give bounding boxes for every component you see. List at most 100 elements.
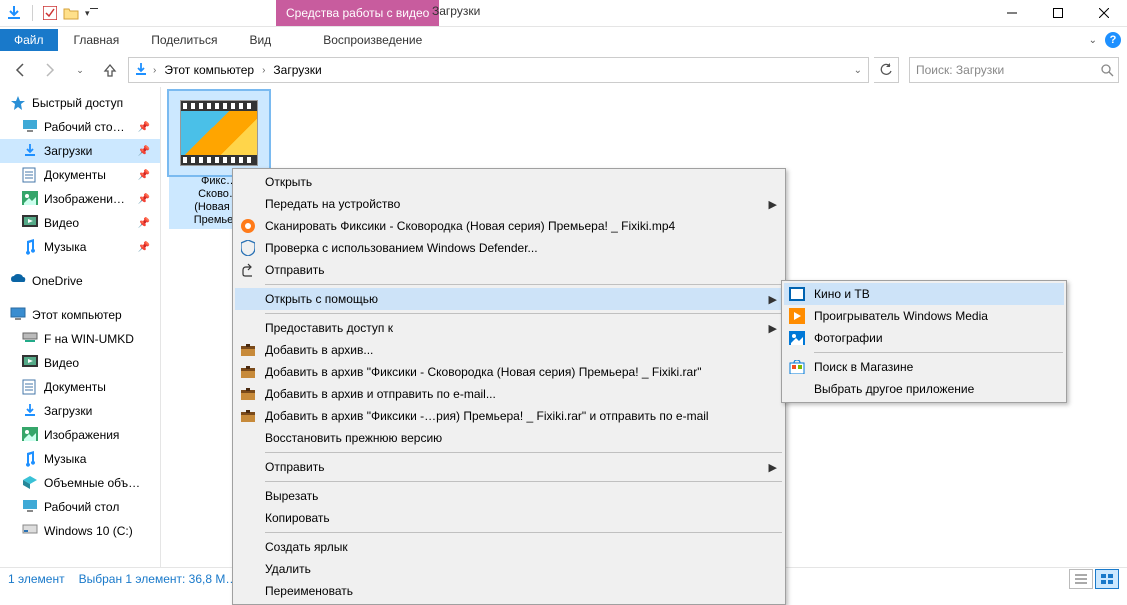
desktop-icon <box>22 499 38 515</box>
refresh-button[interactable] <box>874 57 899 83</box>
nav-item-music[interactable]: Музыка📌 <box>0 235 160 259</box>
nav-item-label: Документы <box>44 380 106 394</box>
view-switcher <box>1069 569 1119 589</box>
ctx-send-to[interactable]: Отправить▶ <box>235 456 783 478</box>
nav-item-3d[interactable]: Объемные объ… <box>0 471 160 495</box>
qat-dropdown-icon[interactable]: ▾ <box>85 8 98 19</box>
nav-item-pictures[interactable]: Изображения <box>0 423 160 447</box>
pictures-icon <box>22 427 38 443</box>
music-icon <box>22 239 38 255</box>
netdrive-icon <box>22 331 38 347</box>
nav-item-desktop[interactable]: Рабочий стол <box>0 495 160 519</box>
ctx-rar-email[interactable]: Добавить в архив и отправить по e-mail..… <box>235 383 783 405</box>
ctx-shortcut[interactable]: Создать ярлык <box>235 536 783 558</box>
search-icon[interactable] <box>1100 63 1114 77</box>
ctx-rar-email-named[interactable]: Добавить в архив "Фиксики -…рия) Премьер… <box>235 405 783 427</box>
ctx-rar-add[interactable]: Добавить в архив... <box>235 339 783 361</box>
nav-item-disk[interactable]: Windows 10 (C:) <box>0 519 160 543</box>
nav-item-music[interactable]: Музыка <box>0 447 160 471</box>
breadcrumb[interactable]: › Этот компьютер › Загрузки ⌄ <box>128 57 869 83</box>
title-bar: ▾ Средства работы с видео Загрузки <box>0 0 1127 27</box>
back-button[interactable] <box>8 58 32 82</box>
ctx-separator <box>265 313 782 314</box>
nav-item-label: Windows 10 (C:) <box>44 524 133 538</box>
tab-view[interactable]: Вид <box>233 29 287 51</box>
ctx-rar-add-named[interactable]: Добавить в архив "Фиксики - Сковородка (… <box>235 361 783 383</box>
search-input[interactable] <box>914 62 1100 78</box>
tab-playback[interactable]: Воспроизведение <box>307 29 438 51</box>
view-icons-button[interactable] <box>1095 569 1119 589</box>
ctx-cut[interactable]: Вырезать <box>235 485 783 507</box>
nav-item-downloads[interactable]: Загрузки <box>0 399 160 423</box>
navigation-pane[interactable]: Быстрый доступ Рабочий сто…📌Загрузки📌Док… <box>0 87 161 567</box>
tab-share[interactable]: Поделиться <box>135 29 233 51</box>
nav-item-desktop[interactable]: Рабочий сто…📌 <box>0 115 160 139</box>
recent-dropdown-icon[interactable]: ⌄ <box>68 58 92 82</box>
view-details-button[interactable] <box>1069 569 1093 589</box>
nav-item-downloads[interactable]: Загрузки📌 <box>0 139 160 163</box>
breadcrumb-item[interactable]: Загрузки <box>269 63 325 77</box>
nav-quick-access[interactable]: Быстрый доступ <box>0 91 160 115</box>
ctx-defender[interactable]: Проверка с использованием Windows Defend… <box>235 237 783 259</box>
pin-icon: 📌 <box>138 218 150 229</box>
ribbon-expand-icon[interactable]: ⌄ <box>1089 35 1097 46</box>
help-icon[interactable]: ? <box>1105 32 1121 48</box>
onedrive-icon <box>10 273 26 289</box>
ctx-separator <box>265 532 782 533</box>
submenu-movies-tv[interactable]: Кино и ТВ <box>784 283 1064 305</box>
chevron-right-icon[interactable]: › <box>153 65 156 76</box>
folder-icon[interactable] <box>63 6 79 20</box>
documents-icon <box>22 167 38 183</box>
pictures-icon <box>22 191 38 207</box>
submenu-choose[interactable]: Выбрать другое приложение <box>784 378 1064 400</box>
up-button[interactable] <box>98 58 122 82</box>
music-icon <box>22 451 38 467</box>
properties-icon[interactable] <box>43 6 57 20</box>
nav-item-pictures[interactable]: Изображени…📌 <box>0 187 160 211</box>
chevron-right-icon[interactable]: › <box>262 65 265 76</box>
caption-buttons <box>989 0 1127 26</box>
nav-item-label: Рабочий стол <box>44 500 119 514</box>
file-menu-button[interactable]: Файл <box>0 29 58 51</box>
maximize-button[interactable] <box>1035 0 1081 26</box>
nav-item-label: Документы <box>44 168 106 182</box>
ctx-cast[interactable]: Передать на устройство▶ <box>235 193 783 215</box>
minimize-button[interactable] <box>989 0 1035 26</box>
nav-item-videos[interactable]: Видео📌 <box>0 211 160 235</box>
breadcrumb-dropdown-icon[interactable]: ⌄ <box>854 65 862 76</box>
search-box[interactable] <box>909 57 1119 83</box>
winrar-icon <box>239 363 257 381</box>
context-menu[interactable]: Открыть Передать на устройство▶ Сканиров… <box>232 168 786 605</box>
open-with-submenu[interactable]: Кино и ТВ Проигрыватель Windows Media Фо… <box>781 280 1067 403</box>
ctx-give-access[interactable]: Предоставить доступ к▶ <box>235 317 783 339</box>
ctx-avast-scan[interactable]: Сканировать Фиксики - Сковородка (Новая … <box>235 215 783 237</box>
downloads-bc-icon <box>133 62 149 78</box>
nav-item-label: Музыка <box>44 452 86 466</box>
nav-this-pc[interactable]: Этот компьютер <box>0 303 160 327</box>
ctx-open-with[interactable]: Открыть с помощью▶ <box>235 288 783 310</box>
ctx-delete[interactable]: Удалить <box>235 558 783 580</box>
nav-item-documents[interactable]: Документы📌 <box>0 163 160 187</box>
videos-icon <box>22 355 38 371</box>
nav-item-netdrive[interactable]: F на WIN-UMKD <box>0 327 160 351</box>
close-button[interactable] <box>1081 0 1127 26</box>
ctx-separator <box>265 284 782 285</box>
nav-item-documents[interactable]: Документы <box>0 375 160 399</box>
ctx-rename[interactable]: Переименовать <box>235 580 783 602</box>
ctx-open[interactable]: Открыть <box>235 171 783 193</box>
status-selection: Выбран 1 элемент: 36,8 М… <box>79 572 238 586</box>
nav-item-videos[interactable]: Видео <box>0 351 160 375</box>
photos-icon <box>788 329 806 347</box>
disk-icon <box>22 523 38 539</box>
ctx-share[interactable]: Отправить <box>235 259 783 281</box>
ctx-copy[interactable]: Копировать <box>235 507 783 529</box>
breadcrumb-item[interactable]: Этот компьютер <box>160 63 258 77</box>
nav-onedrive[interactable]: OneDrive <box>0 269 160 293</box>
ctx-restore[interactable]: Восстановить прежнюю версию <box>235 427 783 449</box>
winrar-icon <box>239 385 257 403</box>
forward-button[interactable] <box>38 58 62 82</box>
submenu-wmp[interactable]: Проигрыватель Windows Media <box>784 305 1064 327</box>
tab-home[interactable]: Главная <box>58 29 136 51</box>
submenu-photos[interactable]: Фотографии <box>784 327 1064 349</box>
submenu-store[interactable]: Поиск в Магазине <box>784 356 1064 378</box>
